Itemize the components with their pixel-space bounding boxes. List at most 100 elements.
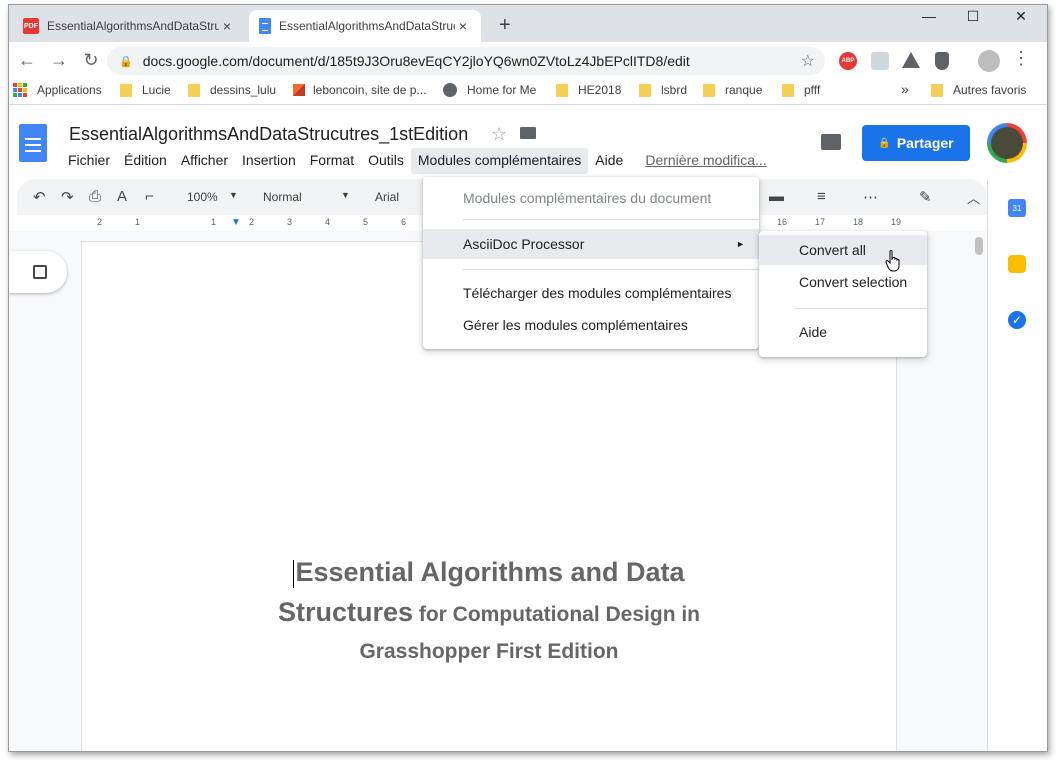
redo-icon[interactable]: ↷ (61, 188, 74, 206)
style-select[interactable]: Normal (263, 190, 302, 204)
address-bar[interactable]: 🔒 docs.google.com/document/d/185t9J3Oru8… (107, 47, 825, 75)
bookmark-applications[interactable]: Applications (13, 83, 102, 97)
tab-docs[interactable]: EssentialAlgorithmsAndDataStruc × (249, 10, 481, 42)
menu-fichier[interactable]: Fichier (61, 148, 117, 174)
more-icon[interactable]: ⋯ (863, 188, 878, 206)
move-folder-icon[interactable] (520, 127, 536, 139)
new-tab-icon[interactable]: + (499, 14, 511, 37)
close-window-icon[interactable]: ✕ (1001, 8, 1041, 25)
keep-icon[interactable] (1008, 255, 1026, 273)
share-label: Partager (896, 135, 954, 151)
bookmark-leboncoin[interactable]: leboncoin, site de p... (293, 83, 426, 97)
minimize-icon[interactable]: — (909, 8, 949, 24)
last-edit-link[interactable]: Dernière modifica... (638, 148, 773, 174)
menu-item-asciidoc-processor[interactable]: AsciiDoc Processor ► (423, 229, 759, 259)
menu-aide[interactable]: Aide (588, 148, 630, 174)
document-title-text[interactable]: Essential Algorithms and Data Structures… (82, 552, 896, 669)
star-icon[interactable]: ☆ (491, 124, 507, 145)
profile-icon[interactable] (978, 50, 1000, 72)
share-button[interactable]: 🔒 Partager (862, 125, 970, 161)
bookmarks-overflow-icon[interactable]: » (901, 81, 909, 97)
print-icon[interactable]: ⎙ (89, 188, 101, 205)
asciidoc-submenu: Convert all Convert selection Aide (759, 231, 927, 357)
maximize-icon[interactable]: ☐ (953, 8, 993, 25)
menu-item-manage-addons[interactable]: Gérer les modules complémentaires (423, 310, 759, 340)
menu-separator (463, 269, 759, 270)
menu-item-convert-all[interactable]: Convert all (759, 235, 927, 265)
ruler-tick: 6 (401, 217, 407, 227)
forward-icon[interactable]: → (43, 50, 75, 71)
menu-modules-complementaires[interactable]: Modules complémentaires (410, 148, 589, 174)
ruler-tick: 1 (135, 217, 141, 227)
ruler-tick: 1 (211, 217, 217, 227)
bookmark-lsbrd[interactable]: lsbrd (639, 83, 687, 97)
menu-insertion[interactable]: Insertion (235, 148, 303, 174)
google-docs-icon (259, 18, 271, 34)
font-select[interactable]: Arial (375, 190, 399, 204)
close-tab-icon[interactable]: × (219, 18, 235, 34)
close-tab-icon[interactable]: × (455, 18, 471, 34)
lock-icon: 🔒 (878, 137, 891, 149)
menu-item-aide[interactable]: Aide (759, 317, 927, 347)
menu-item-convert-selection[interactable]: Convert selection (759, 267, 927, 297)
spellcheck-icon[interactable]: A (117, 188, 127, 205)
submenu-arrow-icon: ► (736, 239, 745, 249)
bookmark-dessins-lulu[interactable]: dessins_lulu (188, 83, 276, 97)
menu-item-download-addons[interactable]: Télécharger des modules complémentaires (423, 278, 759, 308)
bookmark-lucie[interactable]: Lucie (120, 83, 171, 97)
indent-marker-icon[interactable]: ▼ (231, 217, 241, 228)
menu-outils[interactable]: Outils (361, 148, 411, 174)
document-outline-button[interactable] (9, 251, 67, 293)
leboncoin-icon (293, 84, 305, 96)
ruler-tick: 5 (363, 217, 369, 227)
content-line-2-big: Structures (277, 597, 414, 627)
menu-format[interactable]: Format (303, 148, 361, 174)
tab-title: EssentialAlgorithmsAndDataStruc (47, 19, 219, 33)
bookmark-ranque[interactable]: ranque (703, 83, 762, 97)
menu-afficher[interactable]: Afficher (174, 148, 235, 174)
collapse-icon[interactable]: ︿ (967, 188, 980, 207)
folder-icon (639, 83, 651, 97)
browser-menu-icon[interactable]: ⋮ (1005, 48, 1037, 69)
tab-strip: PDF EssentialAlgorithmsAndDataStruc × Es… (9, 5, 1047, 42)
calendar-icon[interactable]: 31 (1008, 199, 1026, 217)
bookmark-other-favorites[interactable]: Autres favoris (931, 83, 1026, 97)
folder-icon (703, 83, 715, 97)
shield-icon[interactable] (935, 52, 949, 70)
side-panel: 31 ✓ (987, 179, 1047, 751)
google-drive-icon[interactable] (902, 52, 920, 68)
extension-icon[interactable] (871, 52, 889, 70)
content-line-3: Grasshopper First Edition (359, 640, 619, 663)
menu-edition[interactable]: Édition (117, 148, 174, 174)
paint-format-icon[interactable]: ⌐ (145, 188, 154, 205)
addons-dropdown-menu: Modules complémentaires du document Asci… (423, 177, 759, 349)
ruler-tick: 16 (777, 217, 788, 227)
undo-icon[interactable]: ↶ (33, 188, 46, 206)
bookmark-star-icon[interactable]: ☆ (801, 51, 815, 71)
ruler-tick: 2 (97, 217, 103, 227)
bookmark-pfff[interactable]: pfff (782, 83, 820, 97)
tab-pdf[interactable]: PDF EssentialAlgorithmsAndDataStruc × (13, 10, 245, 42)
align-icon[interactable]: ≡ (817, 188, 826, 205)
comment-history-icon[interactable] (821, 134, 841, 150)
adblock-icon[interactable]: ABP (839, 52, 857, 70)
insert-image-icon[interactable]: ▬ (769, 188, 784, 205)
tasks-icon[interactable]: ✓ (1008, 311, 1026, 329)
edit-mode-icon[interactable]: ✎ (919, 188, 932, 206)
bookmark-home-for-me[interactable]: Home for Me (443, 83, 536, 97)
back-icon[interactable]: ← (11, 50, 43, 71)
ruler-tick: 3 (287, 217, 293, 227)
ruler-tick: 17 (815, 217, 826, 227)
zoom-select[interactable]: 100% (187, 190, 218, 204)
bookmark-label: dessins_lulu (210, 83, 277, 97)
chevron-down-icon: ▼ (341, 190, 350, 200)
google-docs-logo-icon[interactable] (19, 124, 47, 162)
reload-icon[interactable]: ↻ (75, 50, 107, 71)
bookmark-he2018[interactable]: HE2018 (556, 83, 621, 97)
account-avatar[interactable] (987, 123, 1027, 163)
menu-item-document-addons: Modules complémentaires du document (463, 190, 712, 206)
document-title[interactable]: EssentialAlgorithmsAndDataStrucutres_1st… (69, 124, 468, 145)
folder-icon (782, 83, 794, 97)
chevron-down-icon: ▼ (229, 190, 238, 200)
scrollbar-thumb[interactable] (975, 237, 983, 255)
